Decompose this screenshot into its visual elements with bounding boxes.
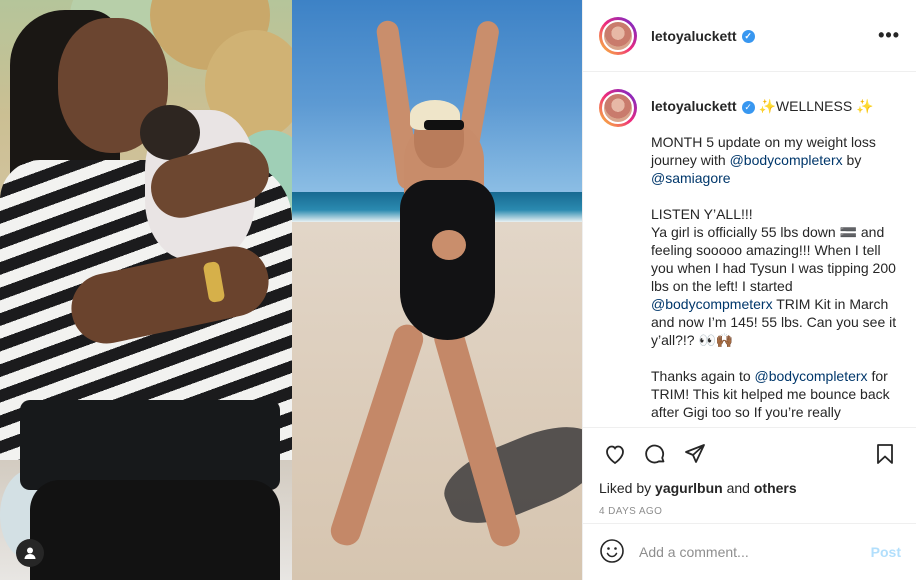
caption-avatar-ring[interactable] [599,89,637,127]
comment-icon[interactable] [639,438,671,470]
emoji-icon[interactable] [599,538,625,567]
avatar[interactable] [602,19,634,52]
mention-link[interactable]: @bodycompleterx [755,368,868,384]
person-icon [24,547,36,559]
caption-text: Thanks again to [651,368,755,384]
likes-others-link[interactable]: others [754,480,797,496]
caption-paragraph-2: LISTEN Y’ALL!!! Ya girl is officially 55… [651,205,901,349]
post-timestamp[interactable]: 4 DAYS AGO [599,506,901,517]
liked-by-user-link[interactable]: yagurlbun [655,480,723,496]
verified-badge-icon: ✓ [741,30,755,44]
mention-link[interactable]: @samiagore [651,170,731,186]
caption-username[interactable]: letoyaluckett [651,98,737,114]
more-options-button[interactable]: ••• [878,25,900,46]
baby-head [140,105,200,160]
username-text[interactable]: letoyaluckett [651,28,737,44]
bookmark-icon[interactable] [869,438,901,470]
sunglasses [424,120,464,130]
caption-paragraph-1: MONTH 5 update on my weight loss journey… [651,133,901,187]
caption-text: LISTEN Y’ALL!!! Ya girl is officially 55… [651,206,896,294]
share-icon[interactable] [679,438,711,470]
comment-form: Post [583,523,916,580]
post-username[interactable]: letoyaluckett ✓ [651,28,755,44]
verified-badge-icon: ✓ [741,100,755,114]
jacket-lower [20,400,280,490]
post-actions: Liked by yagurlbun and others 4 DAYS AGO [583,427,916,517]
likes-summary: Liked by yagurlbun and others [599,480,901,496]
caption-title: ✨WELLNESS ✨ [754,98,874,114]
caption-avatar[interactable] [602,92,634,124]
mention-link[interactable]: @bodycompmeterx [651,296,773,312]
post-sidebar: letoyaluckett ✓ ••• letoyaluckett ✓ ✨WELLN… [582,0,916,580]
avatar-story-ring[interactable] [599,16,637,55]
mention-link[interactable]: @bodycompleterx [730,152,843,168]
caption-text: by [842,152,862,168]
black-swimsuit [400,180,495,340]
photo-left-before [0,0,292,580]
post-header: letoyaluckett ✓ ••• [583,0,916,72]
photo-right-after [292,0,582,580]
comment-input[interactable] [639,544,871,560]
swimsuit-cutout [432,230,466,260]
heart-icon[interactable] [599,438,631,470]
post-comment-button[interactable]: Post [871,544,901,560]
likes-prefix: Liked by [599,480,656,496]
likes-and: and [722,480,754,496]
woman-legs [30,480,280,580]
tagged-people-button[interactable] [16,539,44,567]
caption-scroll-area[interactable]: letoyaluckett ✓ ✨WELLNESS ✨ MONTH 5 updat… [583,73,916,427]
caption-title-line: letoyaluckett ✓ ✨WELLNESS ✨ [651,97,901,115]
caption-paragraph-3: Thanks again to @bodycompleterx for TRIM… [651,367,901,421]
action-icon-row [599,438,901,470]
caption-body: letoyaluckett ✓ ✨WELLNESS ✨ MONTH 5 updat… [651,89,901,427]
post-photo[interactable] [0,0,582,580]
